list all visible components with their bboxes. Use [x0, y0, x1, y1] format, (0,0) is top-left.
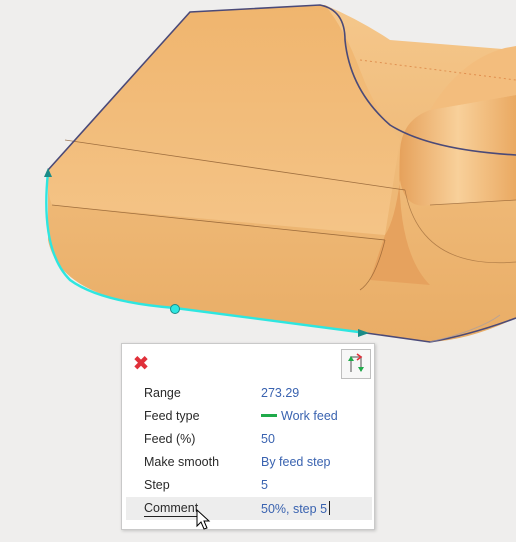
comment-label: Comment: [144, 501, 199, 517]
step-label: Step: [144, 478, 170, 492]
feed-percent-label: Feed (%): [144, 432, 196, 446]
make-smooth-label: Make smooth: [144, 455, 220, 469]
mouse-cursor-icon: [196, 509, 211, 530]
step-row[interactable]: Step 5: [122, 474, 376, 497]
feed-type-row[interactable]: Feed type Work feed: [122, 405, 376, 428]
range-value[interactable]: 273.29: [261, 386, 299, 400]
feed-type-label: Feed type: [144, 409, 200, 423]
make-smooth-row[interactable]: Make smooth By feed step: [122, 451, 376, 474]
comment-row[interactable]: Comment 50%, step 5: [126, 497, 372, 520]
toolpath-direction-button[interactable]: [341, 349, 371, 379]
feed-type-value: Work feed: [281, 409, 338, 423]
feed-percent-value[interactable]: 50: [261, 432, 275, 446]
range-label: Range: [144, 386, 181, 400]
step-value[interactable]: 5: [261, 478, 268, 492]
make-smooth-value[interactable]: By feed step: [261, 455, 331, 469]
range-row[interactable]: Range 273.29: [122, 382, 376, 405]
close-icon[interactable]: ✖: [132, 353, 150, 373]
work-feed-swatch: [261, 414, 277, 417]
comment-value: 50%, step 5: [261, 502, 328, 516]
part-model[interactable]: [47, 4, 516, 343]
toolpath-midpoint-handle[interactable]: [170, 304, 180, 314]
toolpath-properties-panel: ✖ Range 273.29 Feed type Work feed Feed …: [121, 343, 375, 530]
feed-percent-row[interactable]: Feed (%) 50: [122, 428, 376, 451]
feed-type-value-wrap[interactable]: Work feed: [261, 409, 338, 423]
toolpath-direction-icon: [348, 353, 364, 372]
comment-input[interactable]: 50%, step 5: [261, 501, 331, 516]
text-caret: [329, 501, 331, 515]
